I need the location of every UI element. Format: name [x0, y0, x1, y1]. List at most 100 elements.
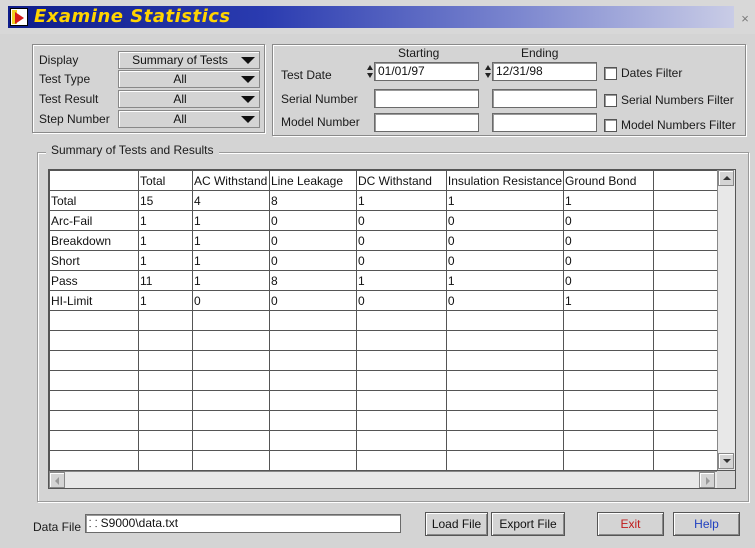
load-file-button[interactable]: Load File	[425, 512, 488, 536]
table-row-empty-cell[interactable]	[137, 350, 193, 371]
table-row-empty-cell[interactable]	[355, 450, 447, 471]
table-row-empty-cell[interactable]	[563, 390, 654, 411]
table-row-empty-cell[interactable]	[137, 330, 193, 351]
table-row-empty-cell[interactable]	[268, 310, 357, 331]
table-row-empty-cell[interactable]	[445, 330, 565, 351]
table-header-row-cell[interactable]: Ground Bond	[563, 170, 654, 191]
table-row-cell[interactable]: 1	[355, 190, 447, 211]
table-row-empty-cell[interactable]	[355, 310, 447, 331]
table-row-empty-cell[interactable]	[355, 330, 447, 351]
table-row-cell[interactable]: Arc-Fail	[49, 210, 139, 231]
table-row-empty-cell[interactable]	[563, 310, 654, 331]
model-number-end-input[interactable]	[492, 113, 597, 132]
table-row-cell[interactable]: 11	[137, 270, 193, 291]
table-row-empty-cell[interactable]	[191, 390, 270, 411]
table-row-cell[interactable]: 8	[268, 190, 357, 211]
table-row-empty-cell[interactable]	[268, 390, 357, 411]
table-row-empty-cell[interactable]	[191, 450, 270, 471]
table-row-cell[interactable]: 8	[268, 270, 357, 291]
model-number-start-input[interactable]	[374, 113, 479, 132]
exit-button[interactable]: Exit	[597, 512, 664, 536]
table-row-cell[interactable]: 1	[191, 210, 270, 231]
horizontal-scrollbar[interactable]	[49, 471, 717, 488]
start-date-input[interactable]: 01/01/97	[374, 62, 479, 81]
table-row-empty[interactable]	[49, 310, 736, 331]
table-row-empty-cell[interactable]	[137, 450, 193, 471]
table-row-empty-cell[interactable]	[137, 310, 193, 331]
table-row-cell[interactable]: 0	[445, 290, 565, 311]
table-row[interactable]: HI-Limit 1 0 0 0 0 1	[49, 290, 736, 311]
table-row[interactable]: Arc-Fail 1 1 0 0 0 0	[49, 210, 736, 231]
table-row-empty[interactable]	[49, 450, 736, 471]
table-row-cell[interactable]: 0	[268, 230, 357, 251]
table-row-cell[interactable]: 0	[355, 290, 447, 311]
test-type-dropdown[interactable]: All	[118, 70, 260, 88]
table-row-empty-cell[interactable]	[563, 350, 654, 371]
table-row-cell[interactable]: Total	[49, 190, 139, 211]
table-row-empty-cell[interactable]	[355, 350, 447, 371]
table-row-cell[interactable]: 0	[355, 230, 447, 251]
table-row-empty-cell[interactable]	[563, 410, 654, 431]
table-row-empty-cell[interactable]	[268, 370, 357, 391]
table-row-empty-cell[interactable]	[445, 310, 565, 331]
table-row-empty-cell[interactable]	[268, 350, 357, 371]
table-row-empty-cell[interactable]	[49, 410, 139, 431]
table-row-empty-cell[interactable]	[355, 430, 447, 451]
table-row-empty-cell[interactable]	[445, 430, 565, 451]
table-row-cell[interactable]: 1	[191, 250, 270, 271]
table-row-empty-cell[interactable]	[563, 430, 654, 451]
table-row-empty-cell[interactable]	[355, 410, 447, 431]
table-row-cell[interactable]: 0	[445, 210, 565, 231]
table-row-cell[interactable]: 0	[355, 250, 447, 271]
table-row-cell[interactable]: 0	[355, 210, 447, 231]
table-row-cell[interactable]: Short	[49, 250, 139, 271]
table-row-cell[interactable]: Breakdown	[49, 230, 139, 251]
table-row-empty-cell[interactable]	[355, 390, 447, 411]
table-row-empty-cell[interactable]	[49, 430, 139, 451]
table-row-empty[interactable]	[49, 390, 736, 411]
table-row-cell[interactable]: 4	[191, 190, 270, 211]
test-result-dropdown[interactable]: All	[118, 90, 260, 108]
serial-number-start-input[interactable]	[374, 89, 479, 108]
table-row-empty-cell[interactable]	[445, 390, 565, 411]
table-row-empty-cell[interactable]	[563, 450, 654, 471]
table-row-cell[interactable]: 0	[268, 290, 357, 311]
table-row-empty-cell[interactable]	[49, 310, 139, 331]
table-row-cell[interactable]: 0	[268, 250, 357, 271]
data-file-input[interactable]: ⸬ S9000\data.txt	[85, 514, 401, 533]
table-row-empty-cell[interactable]	[445, 410, 565, 431]
table-row-empty-cell[interactable]	[49, 330, 139, 351]
table-row-cell[interactable]: 1	[191, 230, 270, 251]
table-row-empty-cell[interactable]	[137, 430, 193, 451]
table-row-empty-cell[interactable]	[137, 370, 193, 391]
scroll-down-button[interactable]	[718, 453, 734, 469]
table-row-cell[interactable]: 0	[563, 210, 654, 231]
table-row-empty[interactable]	[49, 370, 736, 391]
table-row-empty-cell[interactable]	[191, 310, 270, 331]
table-header-row-cell[interactable]: DC Withstand	[355, 170, 447, 191]
dates-filter-checkbox[interactable]	[604, 67, 617, 80]
table-row-empty-cell[interactable]	[445, 370, 565, 391]
table-row-empty-cell[interactable]	[49, 450, 139, 471]
help-button[interactable]: Help	[673, 512, 740, 536]
table-row-empty-cell[interactable]	[268, 330, 357, 351]
table-row-empty-cell[interactable]	[191, 430, 270, 451]
serial-filter-checkbox[interactable]	[604, 94, 617, 107]
table-row-cell[interactable]: Pass	[49, 270, 139, 291]
table-row-cell[interactable]: 0	[445, 230, 565, 251]
table-row[interactable]: Short 1 1 0 0 0 0	[49, 250, 736, 271]
table-row-cell[interactable]: 0	[445, 250, 565, 271]
table-row-empty-cell[interactable]	[355, 370, 447, 391]
table-header-row-cell[interactable]	[49, 170, 139, 191]
table-row-empty-cell[interactable]	[563, 370, 654, 391]
table-row[interactable]: Total 15 4 8 1 1 1	[49, 190, 736, 211]
table-row-empty-cell[interactable]	[563, 330, 654, 351]
table-row-cell[interactable]: 0	[563, 270, 654, 291]
table-row-empty-cell[interactable]	[49, 370, 139, 391]
table-row-empty-cell[interactable]	[268, 430, 357, 451]
table-row-cell[interactable]: 1	[137, 250, 193, 271]
table-row-cell[interactable]: 1	[445, 270, 565, 291]
table-row-empty-cell[interactable]	[191, 410, 270, 431]
scroll-up-button[interactable]	[718, 170, 734, 186]
table-row-cell[interactable]: 1	[355, 270, 447, 291]
